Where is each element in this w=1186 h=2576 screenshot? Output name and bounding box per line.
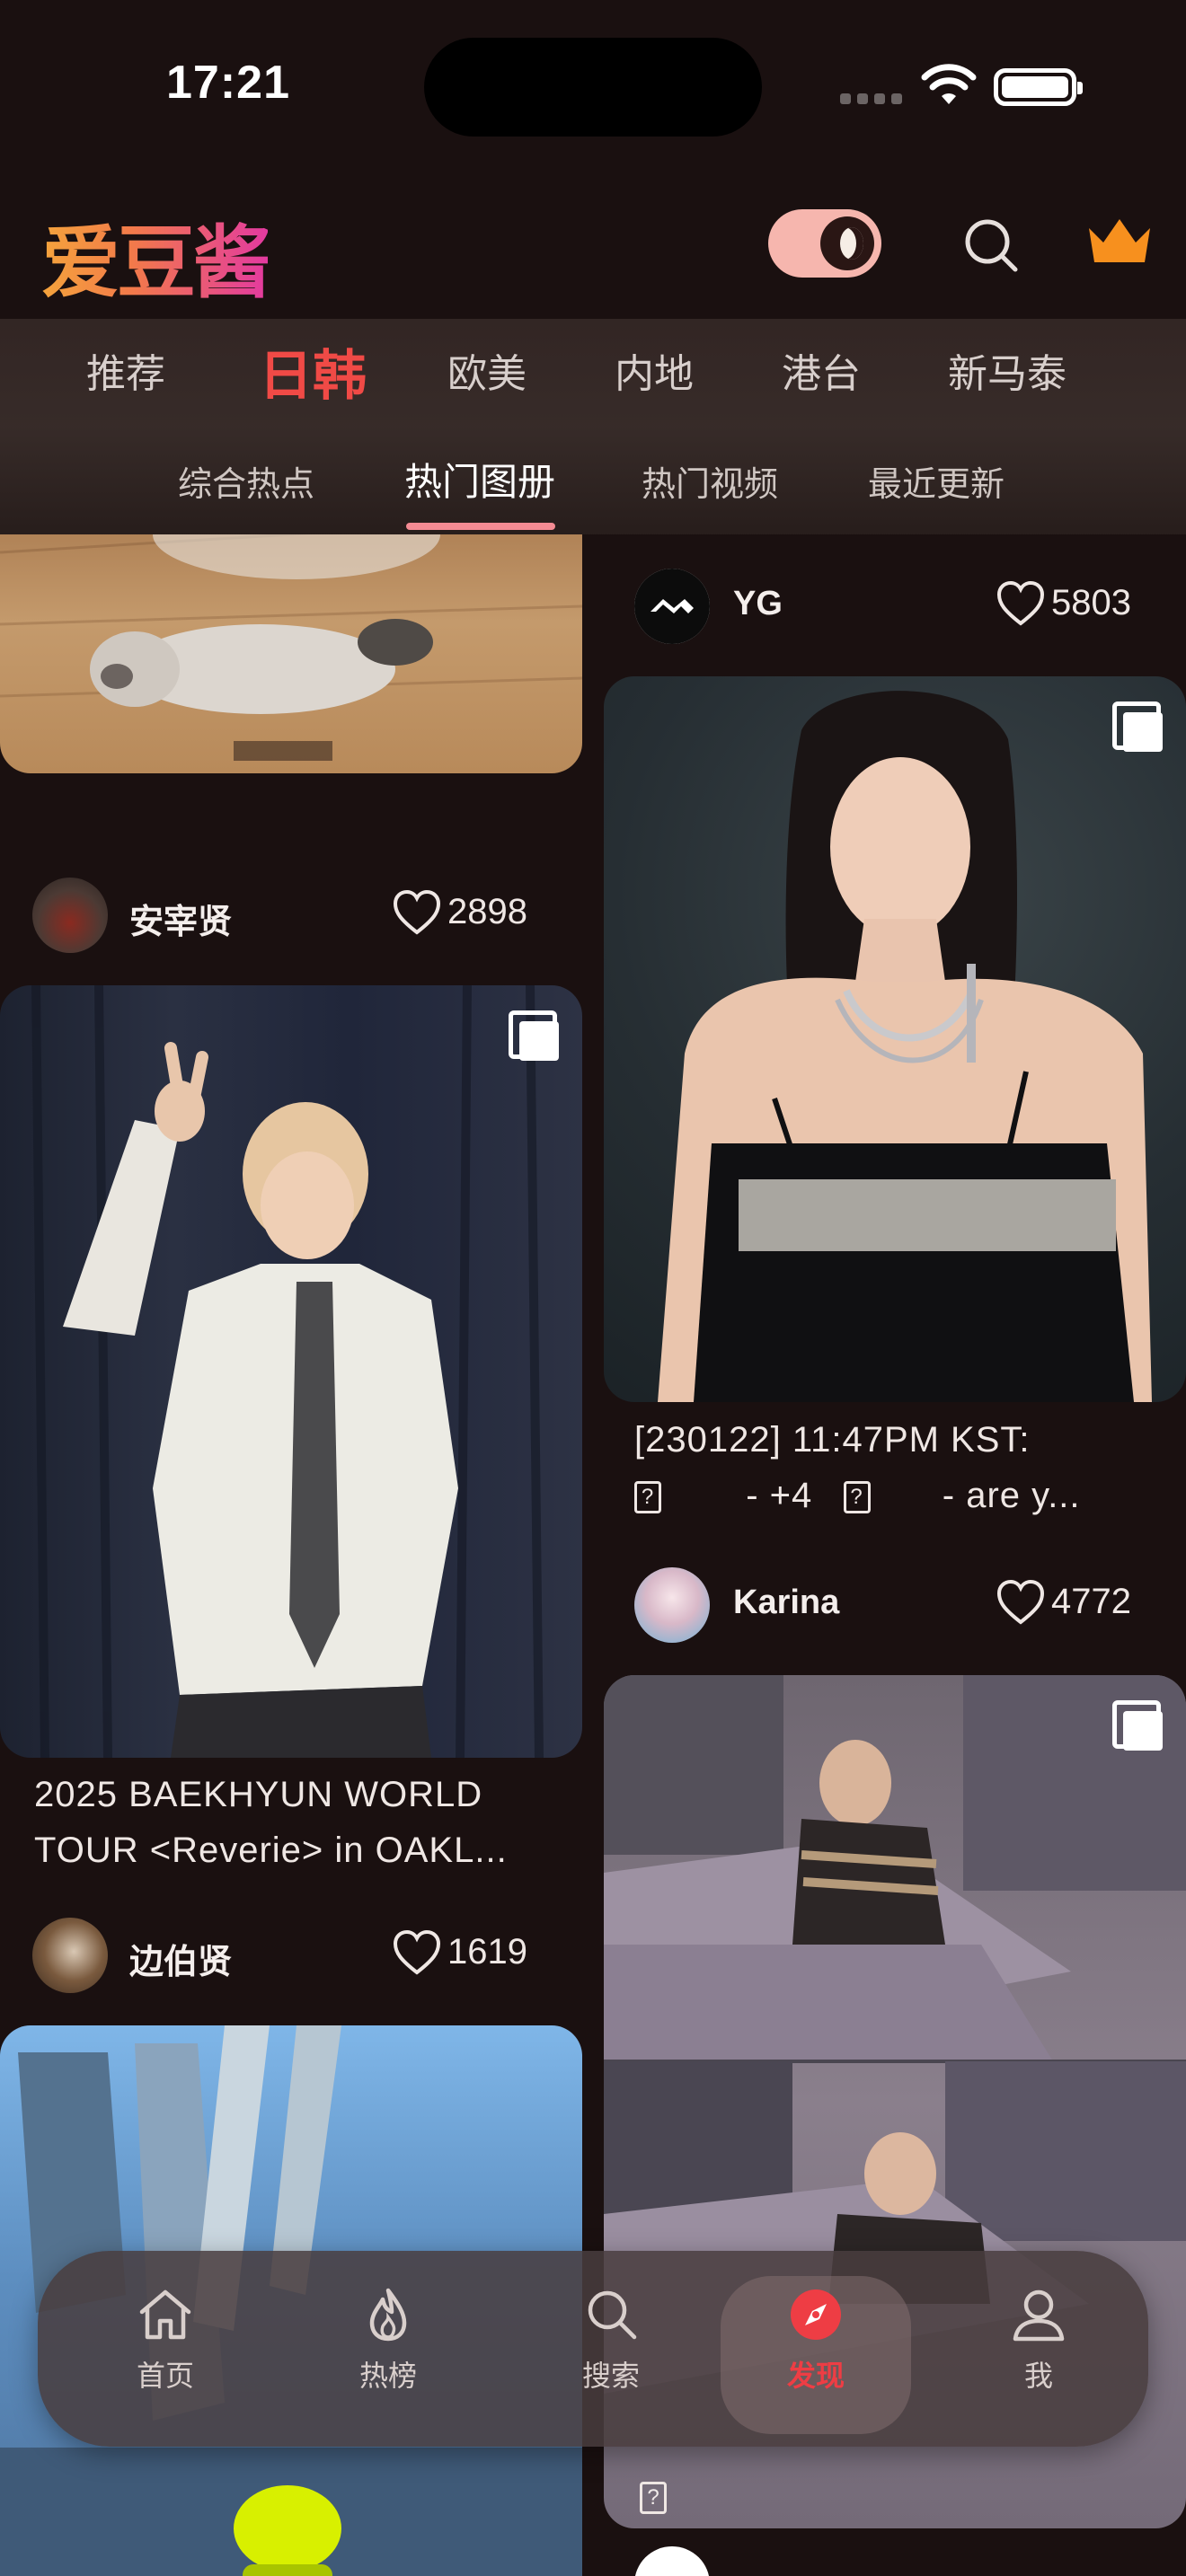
nav-me[interactable]: 我 bbox=[976, 2287, 1102, 2413]
person-photo bbox=[31, 985, 544, 1758]
heart-icon[interactable] bbox=[392, 1929, 442, 1976]
author-name[interactable]: 边伯贤 bbox=[129, 1934, 232, 1983]
album-multi-icon bbox=[1112, 1700, 1163, 1752]
crown-icon[interactable] bbox=[1085, 216, 1154, 269]
heart-icon[interactable] bbox=[996, 1579, 1046, 1626]
battery-icon bbox=[994, 68, 1083, 106]
avatar[interactable] bbox=[32, 1918, 108, 1993]
user-icon bbox=[1013, 2289, 1065, 2342]
caption-fragment: - are y... bbox=[942, 1476, 1081, 1515]
unsupported-glyph-icon: ? bbox=[640, 2482, 667, 2514]
theme-toggle[interactable] bbox=[768, 209, 881, 278]
cellular-signal-icon bbox=[840, 93, 903, 106]
album-cover-baekhyun[interactable] bbox=[0, 985, 582, 1758]
album-cover-karina[interactable] bbox=[604, 676, 1186, 1402]
author-name[interactable]: 安宰贤 bbox=[129, 894, 232, 943]
nav-search[interactable]: 搜索 bbox=[548, 2287, 674, 2413]
album-caption-line2[interactable]: ? - +4 ? - are y... bbox=[634, 1468, 1164, 1523]
status-time: 17:21 bbox=[166, 57, 290, 109]
nav-label: 首页 bbox=[136, 2360, 194, 2392]
wifi-icon bbox=[921, 64, 977, 104]
tab-sea[interactable]: 新马泰 bbox=[948, 341, 1067, 399]
heart-icon[interactable] bbox=[392, 889, 442, 936]
nav-label: 我 bbox=[1023, 2360, 1053, 2392]
nav-discover[interactable]: 发现 bbox=[753, 2287, 879, 2413]
album-caption[interactable]: TOUR <Reverie> in OAKL... bbox=[34, 1822, 555, 1878]
search-icon bbox=[588, 2290, 637, 2340]
bottom-navigation: 首页 热榜 搜索 发现 我 bbox=[38, 2251, 1148, 2447]
subtab-trending[interactable]: 综合热点 bbox=[178, 456, 314, 506]
unsupported-glyph-icon: ? bbox=[843, 1481, 871, 1514]
tab-mainland[interactable]: 内地 bbox=[615, 341, 694, 399]
tab-hk-tw[interactable]: 港台 bbox=[782, 341, 861, 399]
subtab-hot-albums[interactable]: 热门图册 bbox=[404, 452, 555, 507]
avatar[interactable] bbox=[634, 1567, 710, 1643]
home-icon bbox=[139, 2289, 191, 2340]
album-cover-cat[interactable] bbox=[0, 534, 582, 773]
nav-label: 发现 bbox=[786, 2360, 845, 2392]
yg-logo bbox=[634, 569, 710, 644]
album-caption[interactable]: [230122] 11:47PM KST: bbox=[634, 1412, 1164, 1468]
like-count: 4772 bbox=[1051, 1582, 1131, 1621]
app-logo: 爱豆酱 bbox=[41, 199, 271, 313]
flame-icon bbox=[369, 2288, 407, 2342]
album-caption[interactable]: 2025 BAEKHYUN WORLD bbox=[34, 1767, 555, 1822]
album-multi-icon bbox=[1112, 701, 1163, 754]
like-count: 2898 bbox=[447, 892, 527, 931]
tab-western[interactable]: 欧美 bbox=[447, 341, 527, 399]
tab-recommend[interactable]: 推荐 bbox=[86, 341, 165, 399]
subtab-recent[interactable]: 最近更新 bbox=[868, 456, 1005, 506]
album-multi-icon bbox=[509, 1010, 559, 1063]
nav-label: 热榜 bbox=[358, 2360, 417, 2392]
dynamic-island bbox=[424, 38, 762, 137]
moon-toggle-icon bbox=[820, 216, 874, 270]
like-count: 5803 bbox=[1051, 583, 1131, 622]
status-bar: 17:21 bbox=[0, 0, 1186, 171]
like-count: 1619 bbox=[447, 1932, 527, 1972]
avatar[interactable] bbox=[32, 878, 108, 953]
subtab-active-indicator bbox=[406, 523, 555, 530]
subtab-hot-videos[interactable]: 热门视频 bbox=[642, 456, 778, 506]
caption-fragment: - +4 bbox=[746, 1476, 813, 1515]
unsupported-glyph-icon: ? bbox=[634, 1481, 661, 1514]
search-icon[interactable] bbox=[961, 216, 1021, 275]
tab-japan-korea[interactable]: 日韩 bbox=[259, 332, 367, 410]
heart-icon[interactable] bbox=[996, 580, 1046, 627]
person-photo bbox=[658, 691, 1152, 1402]
cat-photo bbox=[0, 534, 582, 761]
nav-home[interactable]: 首页 bbox=[102, 2287, 228, 2413]
album-caption[interactable]: ? bbox=[640, 2482, 667, 2514]
home-indicator bbox=[438, 2549, 748, 2560]
nav-hot[interactable]: 热榜 bbox=[325, 2287, 451, 2413]
nav-label: 搜索 bbox=[581, 2360, 640, 2392]
author-name[interactable]: YG bbox=[733, 585, 783, 623]
compass-icon bbox=[791, 2289, 841, 2340]
avatar[interactable] bbox=[634, 569, 710, 644]
author-name[interactable]: Karina bbox=[733, 1584, 839, 1622]
